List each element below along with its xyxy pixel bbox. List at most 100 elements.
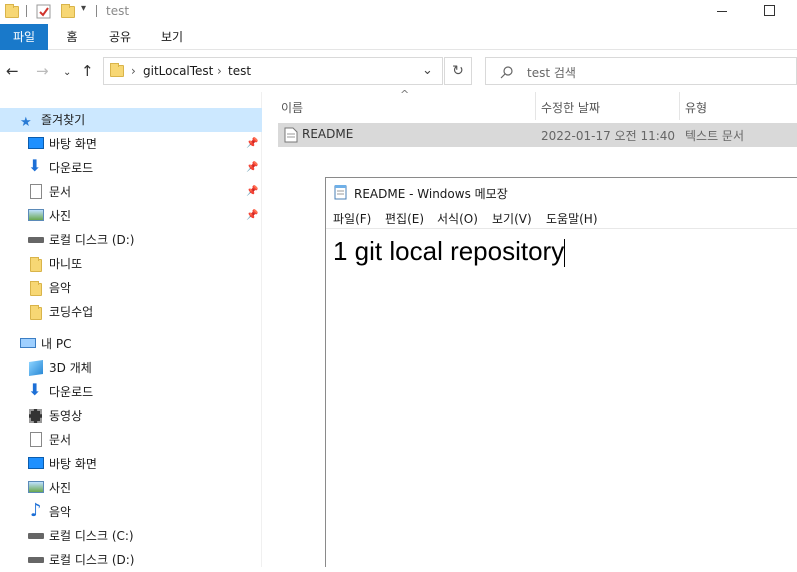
sidebar-item-manitto[interactable]: 마니또 — [0, 252, 262, 276]
pictures-icon — [28, 481, 44, 493]
music-note-icon: ♪ — [30, 500, 42, 521]
pin-icon[interactable]: 📌 — [246, 132, 258, 156]
sidebar-item-label: 동영상 — [49, 409, 83, 423]
refresh-button[interactable]: ↻ — [444, 57, 472, 85]
menu-file[interactable]: 파일(F) — [333, 210, 371, 227]
breadcrumb-gitlocaltest[interactable]: gitLocalTest — [143, 64, 213, 78]
download-icon: ⬇ — [28, 380, 42, 399]
sidebar-item-downloads[interactable]: ⬇ 다운로드 📌 — [0, 156, 262, 180]
text-caret — [564, 239, 566, 268]
sidebar-item-pc-music[interactable]: ♪ 음악 — [0, 500, 262, 524]
tab-file[interactable]: 파일 — [0, 24, 48, 50]
menu-format[interactable]: 서식(O) — [437, 210, 478, 227]
tab-home[interactable]: 홈 — [58, 24, 86, 50]
file-name: README — [302, 127, 354, 141]
file-type: 텍스트 문서 — [685, 129, 745, 143]
minimize-button[interactable] — [717, 11, 727, 12]
sidebar-item-drive-d[interactable]: 로컬 디스크 (D:) — [0, 228, 262, 252]
menu-help[interactable]: 도움말(H) — [546, 210, 598, 227]
sidebar-item-label: 문서 — [49, 433, 72, 447]
sidebar-item-this-pc[interactable]: 내 PC — [0, 332, 262, 356]
sidebar-item-quick-access[interactable]: ★ 즐겨찾기 — [0, 108, 262, 132]
download-icon: ⬇ — [28, 156, 42, 175]
forward-arrow-icon[interactable]: → — [36, 63, 49, 79]
sidebar-item-pc-drive-d[interactable]: 로컬 디스크 (D:) — [0, 548, 262, 572]
pin-icon[interactable]: 📌 — [246, 204, 258, 228]
notepad-text-area[interactable]: 1 git local repository — [333, 236, 566, 268]
chevron-down-icon[interactable]: ⌄ — [422, 63, 433, 78]
refresh-icon: ↻ — [452, 63, 464, 79]
computer-icon — [20, 338, 36, 348]
menu-edit[interactable]: 편집(E) — [385, 210, 424, 227]
window-titlebar: ▾ test — [0, 0, 797, 24]
file-modified: 2022-01-17 오전 11:40 — [541, 129, 676, 143]
up-arrow-icon[interactable]: ↑ — [81, 63, 94, 79]
column-header-modified[interactable]: 수정한 날짜 — [541, 96, 600, 120]
document-icon — [30, 432, 42, 447]
sidebar-item-music-folder[interactable]: 음악 — [0, 276, 262, 300]
menu-view[interactable]: 보기(V) — [492, 210, 532, 227]
sidebar-item-pc-downloads[interactable]: ⬇ 다운로드 — [0, 380, 262, 404]
folder-icon — [30, 305, 42, 320]
breadcrumb-separator: › — [217, 64, 222, 78]
sidebar-item-label: 로컬 디스크 (D:) — [49, 553, 135, 567]
notepad-window[interactable]: README - Windows 메모장 파일(F) 편집(E) 서식(O) 보… — [325, 177, 797, 567]
column-divider[interactable] — [535, 92, 536, 120]
tab-share[interactable]: 공유 — [102, 24, 138, 50]
search-icon — [500, 66, 513, 79]
address-bar[interactable]: › gitLocalTest › test ⌄ — [103, 57, 443, 85]
sidebar-item-documents[interactable]: 문서 📌 — [0, 180, 262, 204]
notepad-content: 1 git local repository — [333, 236, 565, 266]
notepad-icon — [334, 185, 347, 200]
ribbon-tabs: 파일 홈 공유 보기 — [0, 24, 797, 50]
sidebar-item-desktop[interactable]: 바탕 화면 📌 — [0, 132, 262, 156]
folder-icon — [110, 63, 124, 77]
pin-icon[interactable]: 📌 — [246, 156, 258, 180]
sidebar-item-pictures[interactable]: 사진 📌 — [0, 204, 262, 228]
properties-icon[interactable] — [36, 3, 52, 19]
drive-icon — [28, 557, 44, 563]
column-header-name[interactable]: 이름 — [281, 96, 303, 120]
sidebar-item-label: 3D 개체 — [49, 361, 92, 375]
sidebar-item-videos[interactable]: 동영상 — [0, 404, 262, 428]
search-box[interactable]: test 검색 — [485, 57, 797, 85]
sidebar-item-pc-documents[interactable]: 문서 — [0, 428, 262, 452]
sidebar-item-pc-desktop[interactable]: 바탕 화면 — [0, 452, 262, 476]
column-divider[interactable] — [679, 92, 680, 120]
recent-locations-icon[interactable]: ⌄ — [63, 65, 71, 81]
notepad-menubar: 파일(F) 편집(E) 서식(O) 보기(V) 도움말(H) — [326, 206, 797, 228]
sidebar-item-label: 다운로드 — [49, 385, 94, 399]
maximize-button[interactable] — [764, 5, 775, 16]
folder-icon — [30, 257, 42, 272]
sidebar-item-label: 바탕 화면 — [49, 137, 97, 151]
desktop-icon — [28, 457, 44, 469]
tab-view[interactable]: 보기 — [154, 24, 190, 50]
sidebar-item-label: 사진 — [49, 481, 72, 495]
pin-icon[interactable]: 📌 — [246, 180, 258, 204]
chevron-down-icon[interactable]: ▾ — [81, 3, 86, 14]
cube-icon — [29, 360, 43, 376]
column-header-type[interactable]: 유형 — [685, 96, 707, 120]
drive-icon — [28, 237, 44, 243]
sidebar-item-label: 즐겨찾기 — [41, 113, 86, 127]
sidebar-item-pc-pictures[interactable]: 사진 — [0, 476, 262, 500]
breadcrumb-test[interactable]: test — [228, 64, 251, 78]
back-arrow-icon[interactable]: ← — [6, 63, 19, 79]
folder-icon — [5, 4, 19, 18]
divider — [26, 5, 27, 17]
sidebar-item-label: 로컬 디스크 (D:) — [49, 233, 135, 247]
sidebar-item-coding-class[interactable]: 코딩수업 — [0, 300, 262, 324]
sidebar-item-drive-c[interactable]: 로컬 디스크 (C:) — [0, 524, 262, 548]
search-input[interactable]: test 검색 — [527, 64, 576, 81]
new-folder-icon[interactable] — [61, 4, 75, 18]
table-row[interactable]: README 2022-01-17 오전 11:40 텍스트 문서 — [278, 123, 797, 147]
sidebar-item-label: 마니또 — [49, 257, 83, 271]
sidebar-item-3d-objects[interactable]: 3D 개체 — [0, 356, 262, 380]
window-title: test — [106, 4, 130, 18]
sidebar-item-label: 문서 — [49, 185, 72, 199]
document-icon — [30, 184, 42, 199]
drive-icon — [28, 533, 44, 539]
sidebar-item-label: 사진 — [49, 209, 72, 223]
desktop-icon — [28, 137, 44, 149]
star-icon: ★ — [20, 115, 32, 130]
